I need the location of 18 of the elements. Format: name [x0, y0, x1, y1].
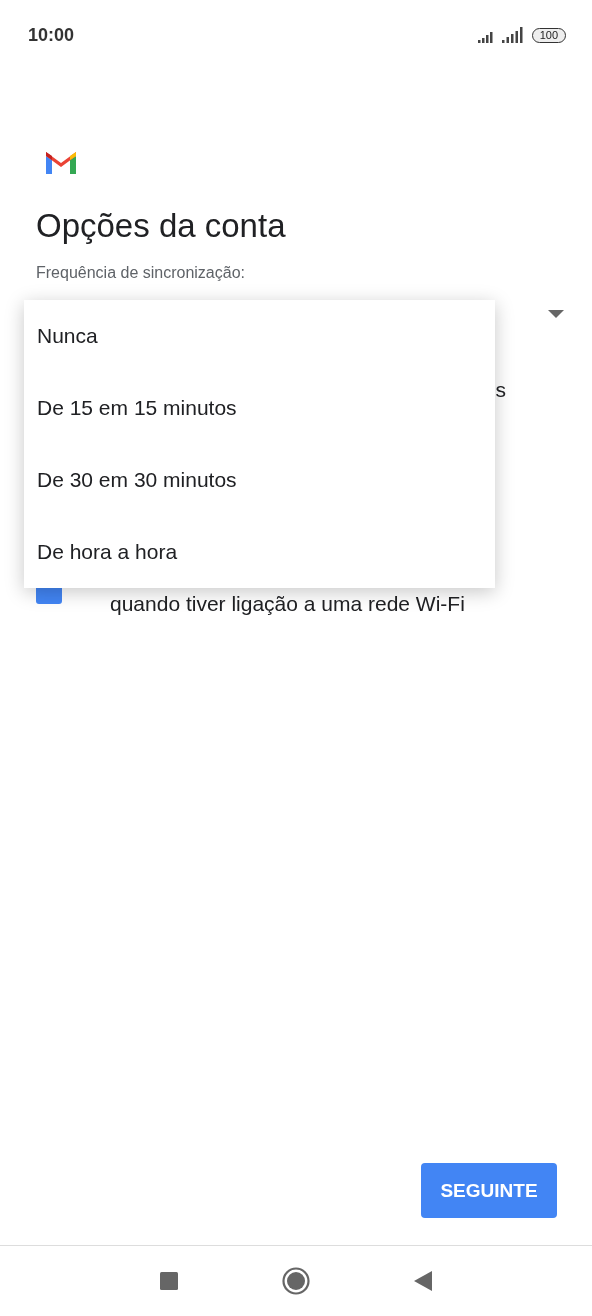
page-title: Opções da conta: [36, 206, 287, 246]
back-icon: [414, 1271, 432, 1291]
next-button[interactable]: SEGUINTE: [421, 1163, 557, 1218]
signal-icon: [501, 27, 524, 43]
option-text: s: [495, 378, 506, 402]
battery-indicator: 100: [531, 28, 566, 43]
menu-item[interactable]: De 15 em 15 minutos: [24, 372, 495, 444]
signal-icon: [477, 31, 494, 43]
menu-item[interactable]: De 30 em 30 minutos: [24, 444, 495, 516]
menu-item[interactable]: De hora a hora: [24, 516, 495, 588]
mail-logo-icon: [44, 150, 78, 176]
home-icon: [282, 1267, 310, 1295]
menu-item[interactable]: Nunca: [24, 300, 495, 372]
recent-apps-icon: [160, 1272, 178, 1290]
option-text: quando tiver ligação a uma rede Wi-Fi: [110, 592, 465, 616]
clock-time: 10:00: [28, 24, 75, 46]
dropdown-caret-icon: [548, 310, 564, 318]
field-label: Frequência de sincronização:: [36, 264, 246, 282]
